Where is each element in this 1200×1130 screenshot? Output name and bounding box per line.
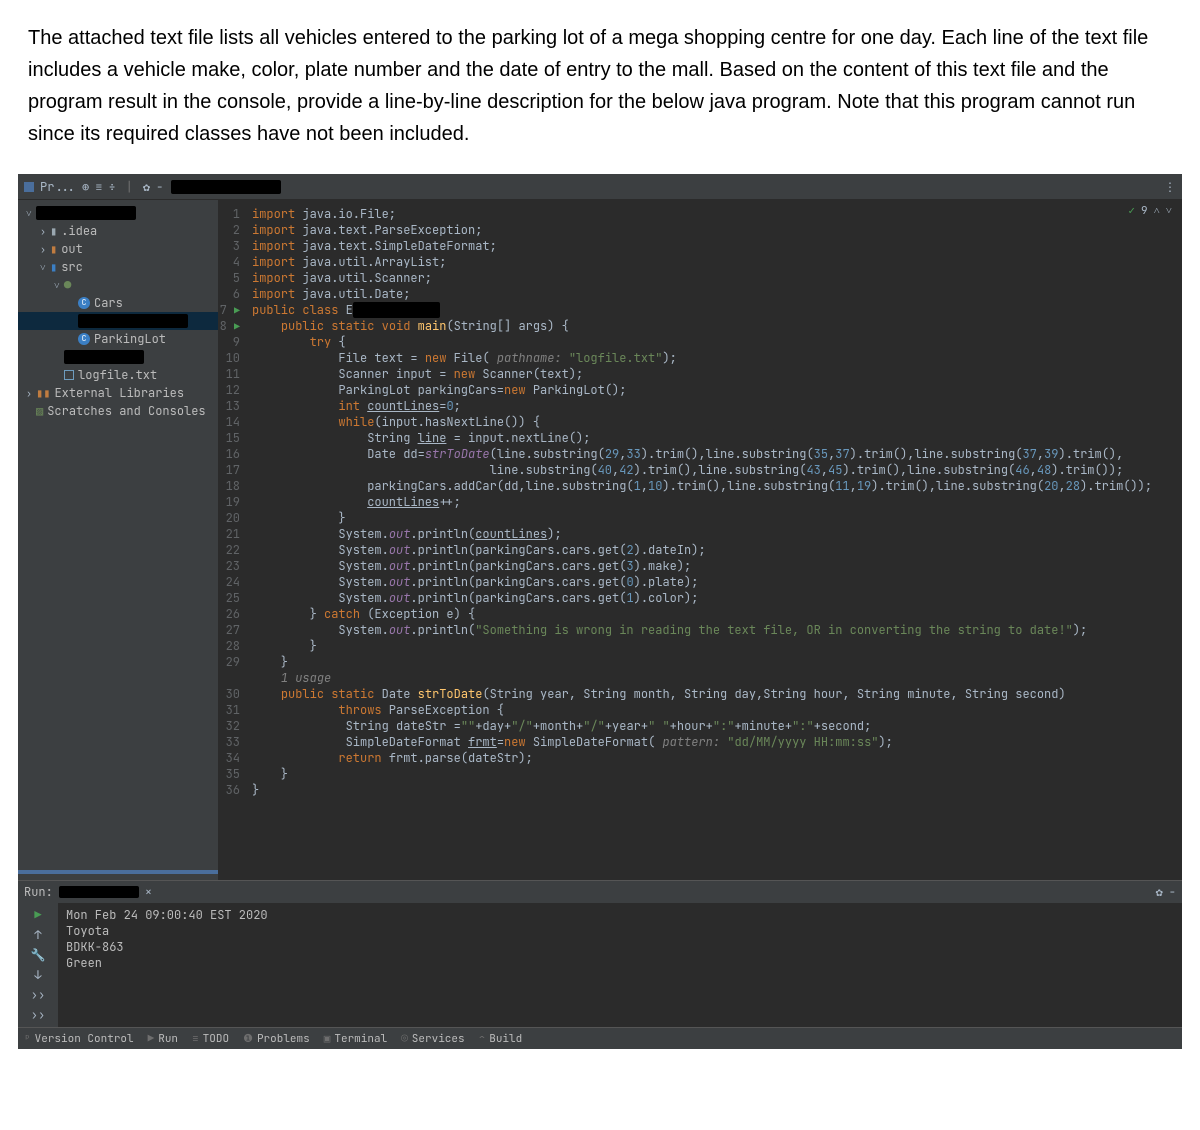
tree-item[interactable]: ▨Scratches and Consoles — [18, 402, 218, 420]
code-line[interactable]: 27 System.out.println("Something is wron… — [218, 622, 1182, 638]
code-line[interactable]: 4import java.util.ArrayList; — [218, 254, 1182, 270]
code-line[interactable]: 14 while(input.hasNextLine()) { — [218, 414, 1182, 430]
run-toolwindow: Run: × ✿ − ▶ ↑ 🔧 ↓ ›› ›› Mon Feb 24 09:0… — [18, 880, 1182, 1027]
code-line[interactable]: 23 System.out.println(parkingCars.cars.g… — [218, 558, 1182, 574]
bottom-tab[interactable]: ⌃Build — [479, 1032, 523, 1046]
down-icon[interactable]: ↓ — [34, 967, 41, 983]
code-line[interactable]: 5import java.util.Scanner; — [218, 270, 1182, 286]
run-gear-icon[interactable]: ✿ — [1156, 884, 1163, 900]
dash-icon[interactable]: − — [156, 179, 163, 195]
code-line[interactable]: 33 SimpleDateFormat frmt=new SimpleDateF… — [218, 734, 1182, 750]
code-line[interactable]: 32 String dateStr =""+day+"/"+month+"/"+… — [218, 718, 1182, 734]
code-line[interactable]: 16 Date dd=strToDate(line.substring(29,3… — [218, 446, 1182, 462]
tree-item[interactable]: ›▮▮External Libraries — [18, 384, 218, 402]
console-line: Mon Feb 24 09:00:40 EST 2020 — [66, 907, 1174, 923]
project-tree[interactable]: ˅›▮.idea›▮out˅▮src˅●CCars CParkingLot logf… — [18, 200, 218, 880]
rerun-icon[interactable]: ▶ — [34, 907, 41, 923]
code-line[interactable]: 1 usage — [218, 670, 1182, 686]
code-line[interactable]: 10 File text = new File( pathname: "logf… — [218, 350, 1182, 366]
next-highlight-icon[interactable]: ˅ — [1166, 204, 1172, 218]
prev-highlight-icon[interactable]: ˄ — [1154, 204, 1160, 218]
more-icon-1[interactable]: ›› — [31, 987, 45, 1003]
tree-item[interactable]: ˅▮src — [18, 258, 218, 276]
code-line[interactable]: 11 Scanner input = new Scanner(text); — [218, 366, 1182, 382]
code-line[interactable]: 7 ▶public class E — [218, 302, 1182, 318]
code-line[interactable]: 20 } — [218, 510, 1182, 526]
gear-icon[interactable]: ✿ — [143, 179, 150, 195]
tree-item[interactable] — [18, 312, 218, 330]
ide-toolbar: Pr... ⊕ ≡ ÷ | ✿ − ⋮ — [18, 174, 1182, 200]
close-icon[interactable]: × — [145, 884, 152, 900]
tree-item[interactable]: ›▮out — [18, 240, 218, 258]
code-line[interactable]: 31 throws ParseException { — [218, 702, 1182, 718]
tree-item[interactable]: logfile.txt — [18, 366, 218, 384]
question-text: The attached text file lists all vehicle… — [0, 0, 1200, 164]
code-line[interactable]: 36} — [218, 782, 1182, 798]
tree-item[interactable]: CParkingLot — [18, 330, 218, 348]
warning-count: 9 — [1141, 204, 1148, 218]
wrench-icon[interactable]: 🔧 — [31, 947, 46, 963]
tree-item[interactable]: CCars — [18, 294, 218, 312]
code-line[interactable]: 22 System.out.println(parkingCars.cars.g… — [218, 542, 1182, 558]
code-line[interactable]: 24 System.out.println(parkingCars.cars.g… — [218, 574, 1182, 590]
code-line[interactable]: 29 } — [218, 654, 1182, 670]
code-line[interactable]: 28 } — [218, 638, 1182, 654]
tree-item[interactable]: ›▮.idea — [18, 222, 218, 240]
run-dash-icon[interactable]: − — [1169, 884, 1176, 900]
target-icon[interactable]: ⊕ — [82, 179, 89, 195]
bottom-tab[interactable]: ❶Problems — [243, 1032, 310, 1046]
console-line: BDKK-863 — [66, 939, 1174, 955]
code-line[interactable]: 8 ▶ public static void main(String[] arg… — [218, 318, 1182, 334]
code-line[interactable]: 13 int countLines=0; — [218, 398, 1182, 414]
run-config-redacted[interactable] — [59, 886, 139, 898]
tree-item[interactable]: ˅ — [18, 204, 218, 222]
code-line[interactable]: 26 } catch (Exception e) { — [218, 606, 1182, 622]
split-icon[interactable]: ÷ — [108, 179, 115, 195]
code-editor[interactable]: ✓ 9 ˄ ˅ 1import java.io.File;2import jav… — [218, 200, 1182, 880]
tree-item[interactable]: ˅● — [18, 276, 218, 294]
inspection-summary[interactable]: ✓ 9 ˄ ˅ — [1128, 204, 1172, 218]
bottom-bar: ᵖVersion Control ▶Run ≡TODO ❶Problems ▣Termi… — [18, 1027, 1182, 1049]
bottom-tab[interactable]: ▣Terminal — [324, 1032, 387, 1046]
bottom-tab[interactable]: ◎Services — [401, 1032, 464, 1046]
tree-item[interactable] — [18, 348, 218, 366]
more-icon-2[interactable]: ›› — [31, 1007, 45, 1023]
code-line[interactable]: 17 line.substring(40,42).trim(),line.sub… — [218, 462, 1182, 478]
code-line[interactable]: 30 public static Date strToDate(String y… — [218, 686, 1182, 702]
up-icon[interactable]: ↑ — [34, 927, 41, 943]
code-line[interactable]: 15 String line = input.nextLine(); — [218, 430, 1182, 446]
bottom-tab[interactable]: ᵖVersion Control — [24, 1032, 134, 1046]
bottom-tab[interactable]: ≡TODO — [192, 1032, 229, 1046]
code-line[interactable]: 21 System.out.println(countLines); — [218, 526, 1182, 542]
code-line[interactable]: 3import java.text.SimpleDateFormat; — [218, 238, 1182, 254]
console-line: Green — [66, 955, 1174, 971]
code-line[interactable]: 35 } — [218, 766, 1182, 782]
run-controls: ▶ ↑ 🔧 ↓ ›› ›› — [18, 903, 58, 1027]
tab-redacted[interactable] — [171, 180, 281, 194]
check-icon: ✓ — [1128, 204, 1135, 218]
code-line[interactable]: 2import java.text.ParseException; — [218, 222, 1182, 238]
code-line[interactable]: 18 parkingCars.addCar(dd,line.substring(… — [218, 478, 1182, 494]
console-line: Toyota — [66, 923, 1174, 939]
code-line[interactable]: 6import java.util.Date; — [218, 286, 1182, 302]
project-icon — [24, 182, 34, 192]
code-line[interactable]: 25 System.out.println(parkingCars.cars.g… — [218, 590, 1182, 606]
code-line[interactable]: 12 ParkingLot parkingCars=new ParkingLot… — [218, 382, 1182, 398]
code-line[interactable]: 1import java.io.File; — [218, 206, 1182, 222]
console-output[interactable]: Mon Feb 24 09:00:40 EST 2020ToyotaBDKK-8… — [58, 903, 1182, 1027]
collapse-icon[interactable]: ≡ — [95, 179, 102, 195]
run-label: Run: — [24, 884, 53, 900]
ide-window: Pr... ⊕ ≡ ÷ | ✿ − ⋮ ˅›▮.idea›▮out˅▮src˅●… — [18, 174, 1182, 1049]
code-line[interactable]: 9 try { — [218, 334, 1182, 350]
bottom-tab[interactable]: ▶Run — [148, 1032, 178, 1046]
code-line[interactable]: 19 countLines++; — [218, 494, 1182, 510]
code-line[interactable]: 34 return frmt.parse(dateStr); — [218, 750, 1182, 766]
more-icon[interactable]: ⋮ — [1164, 179, 1176, 195]
project-label: Pr... — [40, 179, 76, 195]
